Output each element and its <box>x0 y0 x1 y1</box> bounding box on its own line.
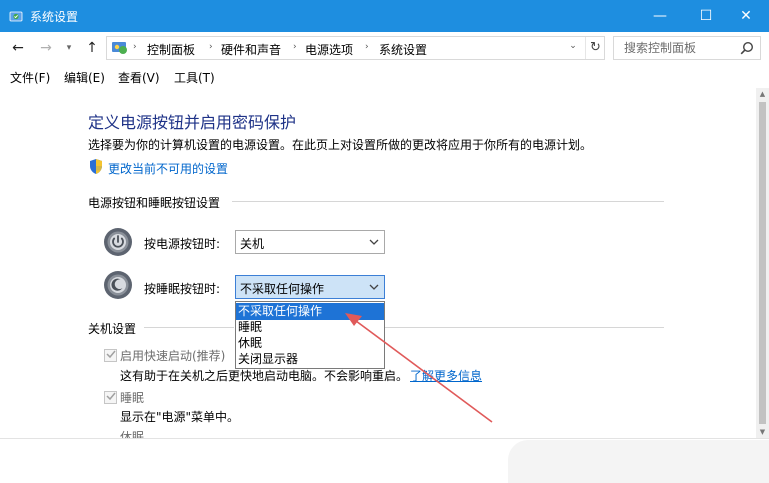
breadcrumb-control-panel[interactable]: 控制面板 <box>147 41 195 58</box>
scroll-up-icon[interactable]: ▲ <box>756 90 769 98</box>
sleep-button-icon <box>104 271 132 299</box>
back-button[interactable]: ← <box>8 38 28 58</box>
search-box <box>613 36 761 60</box>
title-bar: 系统设置 — ☐ ✕ <box>0 0 769 32</box>
address-bar[interactable]: › 控制面板 › 硬件和声音 › 电源选项 › 系统设置 ⌄ ↻ <box>106 36 605 60</box>
chevron-down-icon: ▾ <box>66 43 72 53</box>
address-dropdown-icon[interactable]: ⌄ <box>565 41 581 51</box>
close-icon: ✕ <box>740 8 752 24</box>
breadcrumb-power-options[interactable]: 电源选项 <box>305 41 353 58</box>
option-do-nothing[interactable]: 不采取任何操作 <box>236 303 384 320</box>
minimize-button[interactable]: — <box>637 0 683 32</box>
content-pane: 定义电源按钮并启用密码保护 选择要为你的计算机设置的电源设置。在此页上对设置所做… <box>0 88 756 438</box>
forward-button[interactable]: → <box>36 38 56 58</box>
up-button[interactable]: ↑ <box>82 38 102 58</box>
menu-view[interactable]: 查看(V) <box>118 69 160 86</box>
sleep-button-label: 按睡眠按钮时: <box>144 282 221 296</box>
hibernate-option-label: 休眠 <box>120 430 145 438</box>
fast-startup-checkbox[interactable] <box>104 349 117 362</box>
vertical-scrollbar[interactable]: ▲ ▼ <box>756 88 769 438</box>
sleep-button-dropdown-list: 不采取任何操作 睡眠 休眠 关闭显示器 <box>235 301 385 369</box>
option-hibernate[interactable]: 休眠 <box>236 335 384 352</box>
refresh-button[interactable]: ↻ <box>585 37 605 59</box>
menu-file[interactable]: 文件(F) <box>10 69 50 86</box>
power-button-icon <box>104 228 132 256</box>
scrollbar-thumb[interactable] <box>759 102 766 424</box>
breadcrumb-separator-icon: › <box>293 42 297 52</box>
power-button-select[interactable]: 关机 <box>235 230 385 254</box>
uac-shield-icon <box>90 159 102 174</box>
page-title: 定义电源按钮并启用密码保护 <box>88 113 297 132</box>
search-icon[interactable] <box>740 41 754 55</box>
page-description: 选择要为你的计算机设置的电源设置。在此页上对设置所做的更改将应用于你所有的电源计… <box>88 138 593 152</box>
power-button-label: 按电源按钮时: <box>144 237 221 251</box>
navigation-bar: ← → ▾ ↑ › 控制面板 › 硬件和声音 › 电源选项 › 系统设置 ⌄ ↻ <box>0 32 769 64</box>
sleep-button-select-value: 不采取任何操作 <box>240 282 325 296</box>
breadcrumb-hardware-sound[interactable]: 硬件和声音 <box>221 41 281 58</box>
checkmark-icon <box>106 350 116 359</box>
menu-tools[interactable]: 工具(T) <box>174 69 215 86</box>
section-divider <box>385 327 664 328</box>
option-sleep[interactable]: 睡眠 <box>236 319 384 336</box>
breadcrumb-system-settings[interactable]: 系统设置 <box>379 41 427 58</box>
app-icon <box>9 11 23 22</box>
change-unavailable-settings-link[interactable]: 更改当前不可用的设置 <box>108 160 228 177</box>
breadcrumb-separator-icon: › <box>209 42 213 52</box>
maximize-icon: ☐ <box>699 8 713 24</box>
fast-startup-description: 这有助于在关机之后更快地启动电脑。不会影响重启。 <box>120 369 409 383</box>
scroll-down-icon[interactable]: ▼ <box>756 428 769 436</box>
recent-locations-button[interactable]: ▾ <box>62 38 76 58</box>
sleep-button-select[interactable]: 不采取任何操作 <box>235 275 385 299</box>
sleep-option-label: 睡眠 <box>120 391 145 405</box>
checkmark-icon <box>106 392 116 401</box>
breadcrumb-separator-icon: › <box>365 42 369 52</box>
power-button-select-value: 关机 <box>240 237 265 251</box>
window: 系统设置 — ☐ ✕ ← → ▾ ↑ › 控制面板 › 硬件和声音 › 电源选项… <box>0 0 769 483</box>
option-turn-off-display[interactable]: 关闭显示器 <box>236 351 384 368</box>
close-button[interactable]: ✕ <box>723 0 769 32</box>
window-title: 系统设置 <box>30 10 79 24</box>
section-divider <box>232 201 664 202</box>
control-panel-icon <box>112 42 127 54</box>
chevron-down-icon <box>369 239 379 245</box>
menu-edit[interactable]: 编辑(E) <box>64 69 105 86</box>
section-buttons-label: 电源按钮和睡眠按钮设置 <box>88 196 221 210</box>
sleep-checkbox[interactable] <box>104 391 117 404</box>
up-arrow-icon: ↑ <box>86 40 98 56</box>
breadcrumb-separator-icon: › <box>133 42 137 52</box>
search-input[interactable] <box>614 37 738 59</box>
learn-more-link[interactable]: 了解更多信息 <box>410 367 482 384</box>
back-arrow-icon: ← <box>12 40 24 56</box>
watermark-cover <box>508 440 769 483</box>
minimize-icon: — <box>653 8 667 24</box>
menu-bar: 文件(F) 编辑(E) 查看(V) 工具(T) <box>0 66 769 88</box>
section-shutdown-label: 关机设置 <box>88 322 137 336</box>
chevron-down-icon <box>369 284 379 290</box>
section-divider <box>144 327 234 328</box>
forward-arrow-icon: → <box>40 40 52 56</box>
sleep-option-description: 显示在"电源"菜单中。 <box>120 410 240 424</box>
fast-startup-label: 启用快速启动(推荐) <box>120 349 226 363</box>
